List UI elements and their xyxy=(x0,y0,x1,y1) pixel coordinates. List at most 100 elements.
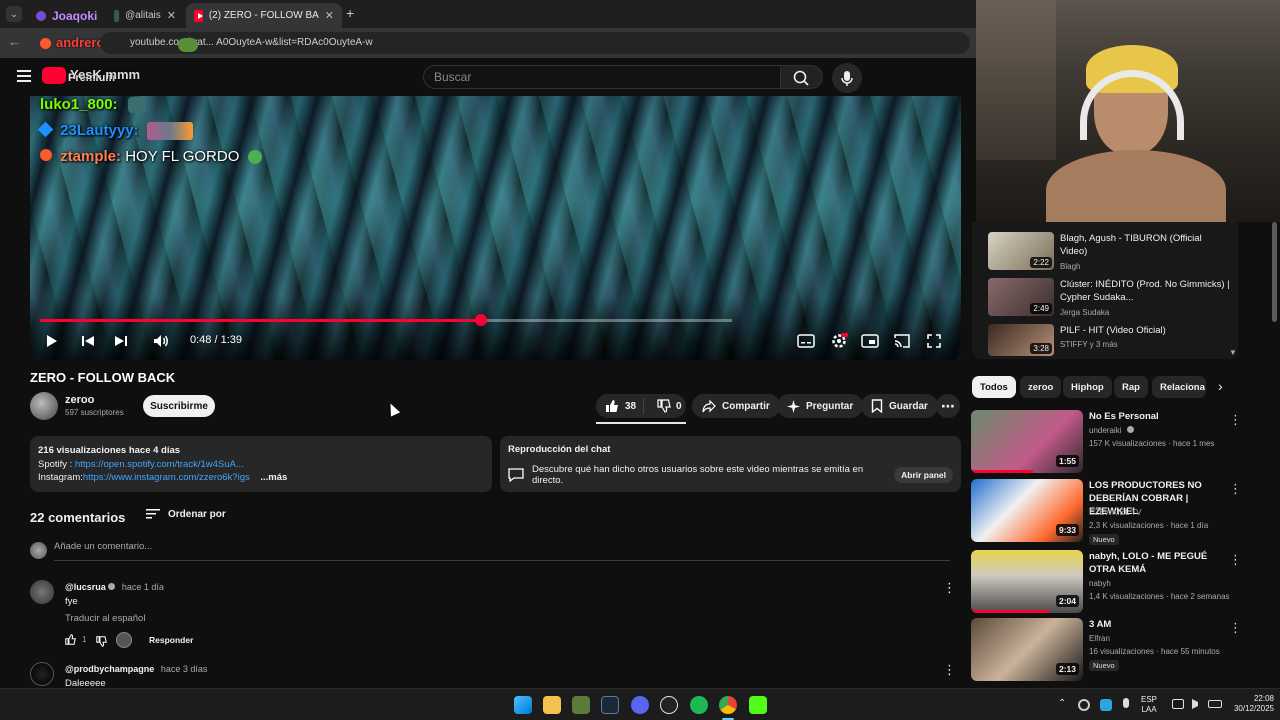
comment-avatar[interactable] xyxy=(30,580,54,604)
discord-icon[interactable] xyxy=(631,696,649,714)
recommended-video[interactable]: 1:55 No Es Personal underaiki 157 K visu… xyxy=(971,410,1242,474)
browser-tab-active[interactable]: (2) ZERO - FOLLOW BACK - You ✕ xyxy=(186,3,342,28)
settings-button[interactable] xyxy=(828,330,850,352)
video-title: No Es Personal xyxy=(1089,411,1159,422)
steam-icon[interactable] xyxy=(601,696,619,714)
description-box[interactable]: 216 visualizaciones hace 4 días Spotify … xyxy=(30,436,492,492)
back-arrow-icon[interactable]: ← xyxy=(8,34,21,49)
fullscreen-button[interactable] xyxy=(923,330,945,352)
comment-author-line: @prodbychampagne hace 3 días xyxy=(65,664,207,674)
comment-author[interactable]: @prodbychampagne xyxy=(65,664,154,674)
instagram-line: Instagram:https://www.instagram.com/zzer… xyxy=(38,471,484,485)
share-button[interactable]: Compartir xyxy=(692,394,780,418)
sort-label: Ordenar por xyxy=(168,508,226,520)
github-icon[interactable] xyxy=(660,696,678,714)
video-menu-icon[interactable]: ⋮ xyxy=(1229,552,1242,568)
channel-name[interactable]: zeroo xyxy=(65,394,94,406)
watch-progress xyxy=(971,470,1033,473)
cast-button[interactable] xyxy=(891,330,913,352)
chrome-icon[interactable] xyxy=(719,696,737,714)
search-input[interactable]: Buscar xyxy=(423,65,781,89)
comment-avatar[interactable] xyxy=(30,662,54,686)
menu-icon[interactable] xyxy=(17,70,31,82)
show-more-link[interactable]: ...más xyxy=(260,472,287,483)
input-language[interactable]: ESP LAA xyxy=(1141,695,1157,715)
video-player[interactable]: luko1_800: 23Lautyyy: ztample: HOY FL GO… xyxy=(30,96,961,360)
file-explorer-icon[interactable] xyxy=(543,696,561,714)
chevron-right-icon[interactable]: › xyxy=(1218,378,1223,394)
tray-app-icon[interactable] xyxy=(1100,699,1112,711)
playlist-panel: 2:22 Blagh, Agush - TIBURON (Official Vi… xyxy=(972,222,1238,359)
save-button[interactable]: Guardar xyxy=(861,394,938,418)
add-comment-input[interactable]: Añade un comentario... xyxy=(54,541,950,561)
comment-author[interactable]: @lucsrua xyxy=(65,582,106,592)
search-button[interactable] xyxy=(781,65,823,89)
windows-taskbar: ⌃ ESP LAA 22:08 30/12/2025 xyxy=(0,688,1280,720)
url-field[interactable]: youtube.com/wat... A0OuyteA-w&list=RDAc0… xyxy=(100,32,970,54)
spotify-icon[interactable] xyxy=(690,696,708,714)
windows-start-icon[interactable] xyxy=(514,696,532,714)
sort-comments-button[interactable]: Ordenar por xyxy=(146,508,226,520)
playlist-thumbnail: 2:49 xyxy=(988,278,1054,316)
youtube-logo-icon[interactable] xyxy=(42,67,66,84)
new-tab-button[interactable]: + xyxy=(346,5,354,21)
playlist-item[interactable]: 3:28 PILF - HIT (Video Oficial) STIFFY y… xyxy=(988,324,1233,364)
more-actions-button[interactable]: ⋯ xyxy=(936,394,960,418)
video-menu-icon[interactable]: ⋮ xyxy=(1229,412,1242,428)
comment-menu-icon[interactable]: ⋮ xyxy=(943,580,956,596)
dislike-button[interactable]: 0 xyxy=(650,399,682,413)
close-icon[interactable]: ✕ xyxy=(167,9,176,22)
chip-zeroo[interactable]: zeroo xyxy=(1020,376,1062,398)
subscribe-button[interactable]: Suscribirme xyxy=(143,395,215,417)
volume-tray-icon[interactable] xyxy=(1192,699,1202,709)
recommended-video[interactable]: 2:04 nabyh, LOLO - ME PEGUÉ OTRA KEMÁ na… xyxy=(971,550,1242,614)
chip-hiphop[interactable]: Hiphop xyxy=(1063,376,1112,398)
channel-avatar[interactable] xyxy=(30,392,58,420)
video-menu-icon[interactable]: ⋮ xyxy=(1229,481,1242,497)
network-icon[interactable] xyxy=(1172,699,1184,709)
like-button[interactable]: 38 xyxy=(596,398,644,414)
voice-search-button[interactable] xyxy=(832,63,862,93)
tray-chevron-icon[interactable]: ⌃ xyxy=(1058,698,1066,709)
chat-replay-box: Reproducción del chat Descubre qué han d… xyxy=(500,436,961,492)
kick-icon[interactable] xyxy=(749,696,767,714)
next-button[interactable] xyxy=(110,330,132,352)
comment-like-button[interactable]: 1 xyxy=(65,634,86,645)
tab-search-button[interactable]: ⌄ xyxy=(6,6,22,22)
url-text: youtube.com/wat... A0OuyteA-w&list=RDAc0… xyxy=(130,37,373,48)
chip-related[interactable]: Relaciona xyxy=(1152,376,1206,398)
comment-author-line: @lucsrua hace 1 día xyxy=(65,582,164,592)
comment-menu-icon[interactable]: ⋮ xyxy=(943,662,956,678)
playlist-scroll-down-icon[interactable]: ▼ xyxy=(1229,348,1237,357)
previous-button[interactable] xyxy=(77,330,99,352)
clock[interactable]: 22:08 30/12/2025 xyxy=(1228,694,1274,714)
video-menu-icon[interactable]: ⋮ xyxy=(1229,620,1242,636)
ask-button[interactable]: Preguntar xyxy=(777,394,864,418)
browser-tab-1[interactable]: Joaqoki xyxy=(28,3,106,28)
streamer-webcam xyxy=(976,0,1280,222)
miniplayer-button[interactable] xyxy=(859,330,881,352)
browser-tab-2[interactable]: @alitais ✕ xyxy=(106,3,184,28)
comment-dislike-button[interactable] xyxy=(96,634,107,652)
volume-button[interactable] xyxy=(150,330,172,352)
subtitles-button[interactable] xyxy=(795,330,817,352)
playlist-item[interactable]: 2:22 Blagh, Agush - TIBURON (Official Vi… xyxy=(988,232,1233,272)
chip-rap[interactable]: Rap xyxy=(1114,376,1148,398)
recommended-video[interactable]: 2:13 3 AM Elfran 16 visualizaciones · ha… xyxy=(971,618,1242,682)
playlist-item[interactable]: 2:49 Clúster: INÉDITO (Prod. No Gimmicks… xyxy=(988,278,1233,318)
translate-link[interactable]: Traducir al español xyxy=(65,613,145,624)
recommended-video[interactable]: 9:33 LOS PRODUCTORES NO DEBERÍAN COBRAR … xyxy=(971,479,1242,545)
app-icon[interactable] xyxy=(572,696,590,714)
tray-app-icon[interactable] xyxy=(1078,699,1090,711)
tray-microphone-icon[interactable] xyxy=(1123,698,1129,708)
battery-icon[interactable] xyxy=(1208,700,1222,708)
playlist-scrollbar[interactable] xyxy=(1272,222,1277,322)
instagram-link[interactable]: https://www.instagram.com/zzero6k?igs xyxy=(83,472,250,483)
reply-button[interactable]: Responder xyxy=(149,635,193,645)
close-icon[interactable]: ✕ xyxy=(325,9,334,22)
spotify-link[interactable]: https://open.spotify.com/track/1w4SuA... xyxy=(75,459,244,470)
open-panel-button[interactable]: Abrir panel xyxy=(894,467,953,483)
chip-todos[interactable]: Todos xyxy=(972,376,1016,398)
play-button[interactable] xyxy=(40,330,62,352)
progress-bar[interactable] xyxy=(40,314,732,326)
